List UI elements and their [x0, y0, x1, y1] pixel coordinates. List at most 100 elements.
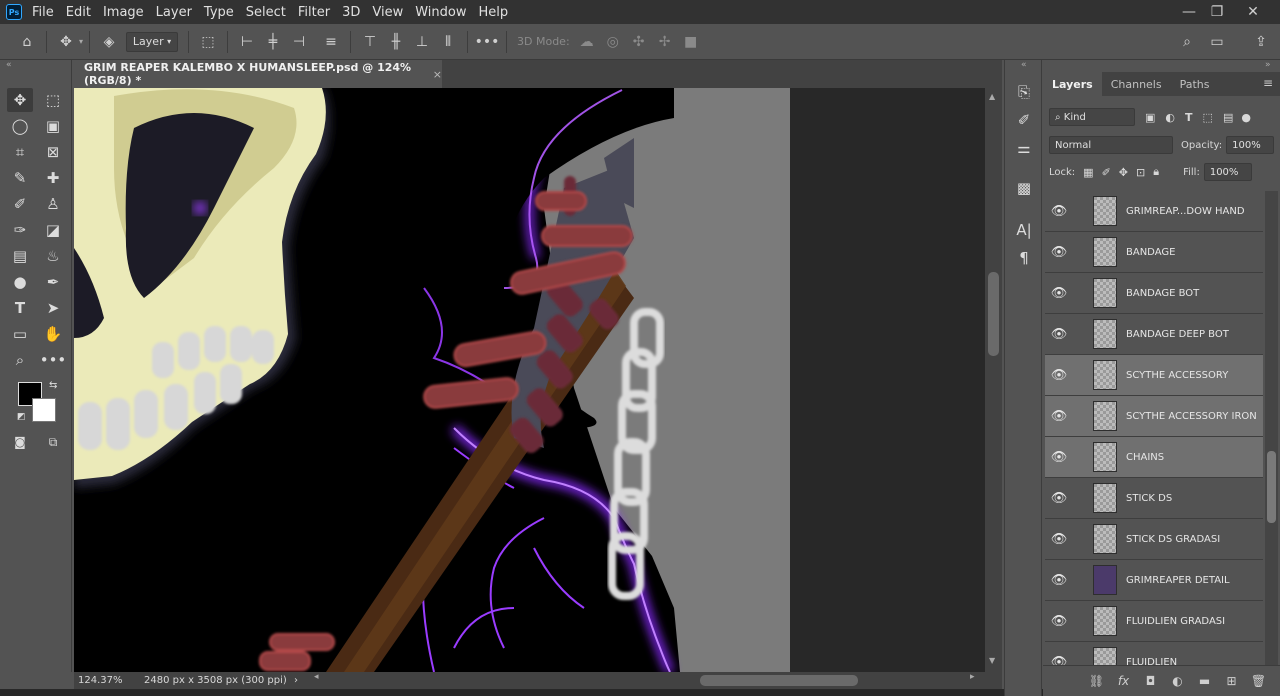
eye-icon[interactable]: 👁︎ [1045, 573, 1073, 588]
close-tab-icon[interactable]: × [433, 68, 442, 81]
menu-window[interactable]: Window [415, 5, 466, 20]
new-layer-icon[interactable]: ⊞ [1218, 674, 1245, 688]
camera-3d-icon[interactable]: ■ [678, 29, 704, 55]
transform-controls-icon[interactable]: ⬚ [195, 29, 221, 55]
orbit-3d-icon[interactable]: ☁ [574, 29, 600, 55]
layer-row[interactable]: 👁︎ BANDAGE [1045, 232, 1263, 273]
layer-row[interactable]: 👁︎ BANDAGE DEEP BOT [1045, 314, 1263, 355]
filter-shape-icon[interactable]: ⬚ [1203, 111, 1213, 124]
home-icon[interactable]: ⌂ [14, 29, 40, 55]
new-group-icon[interactable]: ▬ [1191, 674, 1218, 688]
menu-help[interactable]: Help [479, 5, 509, 20]
scroll-down-icon[interactable]: ▼ [989, 656, 995, 665]
layer-row[interactable]: 👁︎ GRIMREAPER DETAIL [1045, 560, 1263, 601]
lock-image-icon[interactable]: ✐ [1102, 166, 1111, 179]
eye-icon[interactable]: 👁︎ [1045, 245, 1073, 260]
layers-scrollbar[interactable] [1265, 191, 1278, 665]
delete-layer-icon[interactable]: 🗑︎ [1245, 674, 1272, 688]
scroll-right-icon[interactable]: ▸ [970, 672, 975, 682]
eye-icon[interactable]: 👁︎ [1045, 491, 1073, 506]
adjustments-panel-icon[interactable]: ⚌ [1011, 136, 1037, 160]
layer-row[interactable]: 👁︎ BANDAGE BOT [1045, 273, 1263, 314]
slide-3d-icon[interactable]: ✢ [652, 29, 678, 55]
filter-adjustment-icon[interactable]: ◐ [1165, 111, 1175, 124]
hand-tool-icon[interactable]: ✋ [40, 322, 66, 346]
restore-button[interactable]: ❐ [1200, 0, 1234, 24]
filter-type-icon[interactable]: T [1185, 111, 1193, 124]
filter-image-icon[interactable]: ▣ [1145, 111, 1155, 124]
menu-layer[interactable]: Layer [156, 5, 192, 20]
background-color-swatch[interactable] [32, 398, 56, 422]
panel-menu-icon[interactable]: ≡ [1263, 76, 1273, 90]
eye-icon[interactable]: 👁︎ [1045, 409, 1073, 424]
layer-row[interactable]: 👁︎ SCYTHE ACCESSORY [1045, 355, 1263, 396]
layer-row[interactable]: 👁︎ SCYTHE ACCESSORY IRON [1045, 396, 1263, 437]
clone-stamp-tool-icon[interactable]: ♙ [40, 192, 66, 216]
vertical-scrollbar[interactable]: ▲ ▼ [985, 88, 1002, 672]
expand-panels-icon[interactable]: « [1021, 60, 1027, 70]
add-mask-icon[interactable]: ◘ [1137, 674, 1164, 688]
move-tool-icon[interactable]: ✥ [7, 88, 33, 112]
quick-mask-icon[interactable]: ◙ [7, 430, 33, 454]
horizontal-scroll-thumb[interactable] [700, 675, 858, 686]
swap-colors-icon[interactable]: ⇆ [49, 380, 57, 391]
move-tool-preset-icon[interactable]: ✥ [53, 29, 79, 55]
vertical-scroll-thumb[interactable] [988, 272, 999, 356]
libraries-panel-icon[interactable]: ▩ [1011, 176, 1037, 200]
lock-position-icon[interactable]: ✥ [1119, 166, 1128, 179]
type-tool-icon[interactable]: T [7, 296, 33, 320]
frame-tool-icon[interactable]: ⊠ [40, 140, 66, 164]
search-icon[interactable]: ⌕ [1174, 29, 1200, 55]
eye-icon[interactable]: 👁︎ [1045, 614, 1073, 629]
history-panel-icon[interactable]: ⎘ [1011, 80, 1037, 104]
brush-settings-icon[interactable]: ✐ [1011, 108, 1037, 132]
layer-row[interactable]: 👁︎ FLUIDLIEN GRADASI [1045, 601, 1263, 642]
eraser-tool-icon[interactable]: ◪ [40, 218, 66, 242]
eye-icon[interactable]: 👁︎ [1045, 450, 1073, 465]
distribute-horizontal-icon[interactable]: ⫴ [435, 29, 461, 55]
close-window-button[interactable]: ✕ [1236, 0, 1270, 24]
history-brush-tool-icon[interactable]: ✑ [7, 218, 33, 242]
zoom-tool-icon[interactable]: ⌕ [7, 348, 33, 372]
menu-view[interactable]: View [372, 5, 403, 20]
zoom-level[interactable]: 124.37% [78, 675, 144, 686]
document-tab[interactable]: GRIM REAPER KALEMBO X HUMANSLEEP.psd @ 1… [74, 60, 442, 88]
align-right-icon[interactable]: ⊣ [286, 29, 312, 55]
layer-row[interactable]: 👁︎ STICK DS [1045, 478, 1263, 519]
status-arrow[interactable]: › [294, 675, 314, 686]
scroll-left-icon[interactable]: ◂ [314, 672, 319, 682]
layer-row[interactable]: 👁︎ STICK DS GRADASI [1045, 519, 1263, 560]
menu-image[interactable]: Image [103, 5, 144, 20]
marquee-tool-icon[interactable]: ⬚ [40, 88, 66, 112]
menu-type[interactable]: Type [204, 5, 234, 20]
lock-all-icon[interactable]: 🔒︎ [1153, 165, 1159, 179]
lock-artboard-icon[interactable]: ⊡ [1136, 166, 1145, 179]
collapse-panel-icon[interactable]: » [1265, 60, 1271, 70]
menu-edit[interactable]: Edit [66, 5, 91, 20]
align-bottom-icon[interactable]: ⊥ [409, 29, 435, 55]
eye-icon[interactable]: 👁︎ [1045, 204, 1073, 219]
lasso-tool-icon[interactable]: ◯ [7, 114, 33, 138]
eye-icon[interactable]: 👁︎ [1045, 532, 1073, 547]
distribute-vertical-icon[interactable]: ≡ [318, 29, 344, 55]
scroll-up-icon[interactable]: ▲ [989, 92, 995, 101]
menu-select[interactable]: Select [246, 5, 286, 20]
opacity-input[interactable]: 100% [1226, 136, 1275, 154]
auto-select-icon[interactable]: ◈ [96, 29, 122, 55]
rectangle-tool-icon[interactable]: ▭ [7, 322, 33, 346]
paragraph-panel-icon[interactable]: ¶ [1011, 246, 1037, 270]
healing-brush-tool-icon[interactable]: ✚ [40, 166, 66, 190]
layer-row[interactable]: 👁︎ CHAINS [1045, 437, 1263, 478]
blend-mode-dropdown[interactable]: Normal [1049, 136, 1173, 154]
align-middle-icon[interactable]: ╫ [383, 29, 409, 55]
tab-paths[interactable]: Paths [1171, 72, 1219, 96]
crop-tool-icon[interactable]: ⌗ [7, 140, 33, 164]
lock-transparent-icon[interactable]: ▦ [1083, 166, 1093, 179]
menu-filter[interactable]: Filter [298, 5, 330, 20]
chevron-down-icon[interactable]: ▾ [79, 37, 83, 46]
align-top-icon[interactable]: ⊤ [357, 29, 383, 55]
roll-3d-icon[interactable]: ◎ [600, 29, 626, 55]
tab-channels[interactable]: Channels [1102, 72, 1171, 96]
more-options-icon[interactable]: ••• [474, 29, 500, 55]
dodge-tool-icon[interactable]: ● [7, 270, 33, 294]
